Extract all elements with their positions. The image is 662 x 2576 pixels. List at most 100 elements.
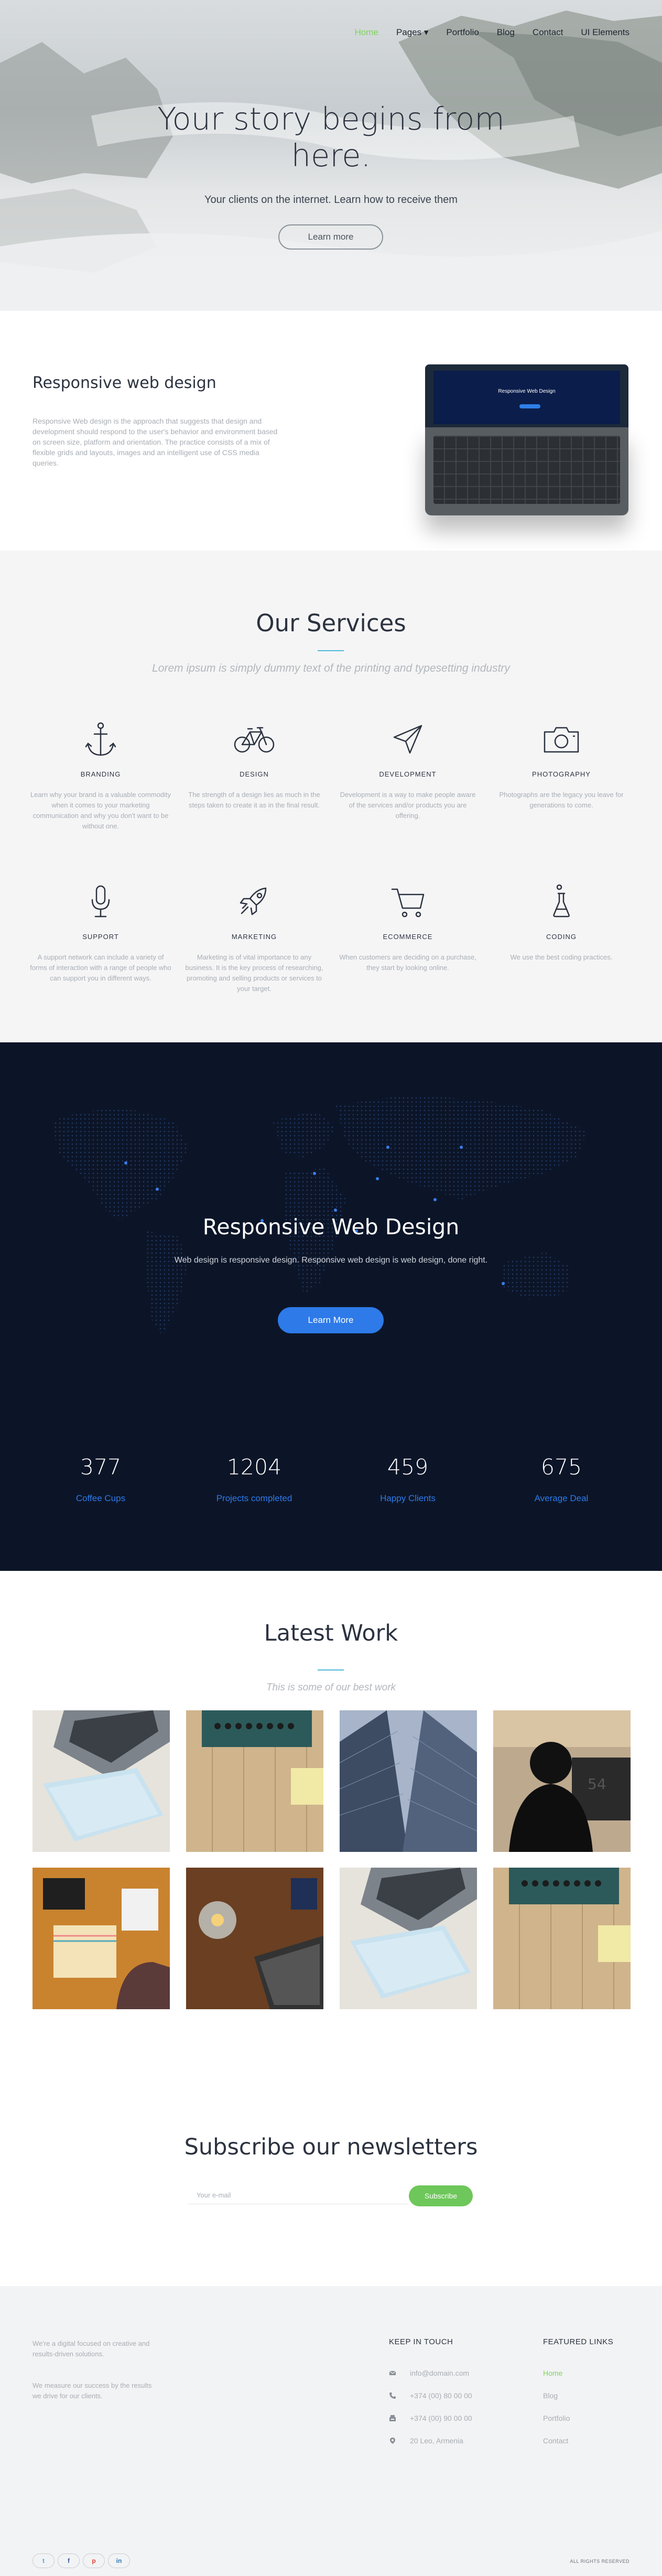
rwd-section: Responsive Web Design Web design is resp…	[0, 1042, 662, 1571]
svg-text:54: 54	[588, 1775, 606, 1793]
footer-link-portfolio[interactable]: Portfolio	[543, 2414, 570, 2422]
service-name: DEVELOPMENT	[379, 770, 437, 778]
services-tagline: Lorem ipsum is simply dummy text of the …	[152, 662, 510, 674]
contact-email-text: info@domain.com	[410, 2369, 470, 2377]
laptop-keyboard	[425, 427, 628, 515]
work-tagline: This is some of our best work	[266, 1682, 396, 1693]
work-title: Latest Work	[264, 1620, 398, 1646]
service-ecommerce: ECOMMERCE When customers are deciding on…	[337, 881, 479, 973]
laptop-screen-button	[519, 404, 540, 408]
service-support: SUPPORT A support network can include a …	[30, 881, 171, 984]
twitter-icon[interactable]: t	[32, 2553, 55, 2568]
microphone-icon	[91, 885, 110, 918]
skyscraper-photo	[340, 1710, 477, 1852]
candle-laptop-photo	[186, 1868, 323, 2009]
subscribe-button[interactable]: Subscribe	[409, 2185, 473, 2206]
latest-work-section: Latest Work This is some of our best wor…	[0, 1571, 662, 2103]
service-desc: Marketing is of vital importance to any …	[185, 953, 323, 993]
nav-pages[interactable]: Pages ▾	[396, 27, 428, 38]
stat-number: 675	[540, 1454, 582, 1480]
nav-portfolio[interactable]: Portfolio	[446, 27, 479, 38]
pinterest-icon[interactable]: p	[83, 2553, 105, 2568]
stat-number: 1204	[226, 1454, 282, 1480]
hero-subtitle: Your clients on the internet. Learn how …	[204, 194, 458, 206]
stat-label: Coffee Cups	[75, 1493, 126, 1503]
contact-fax-text: +374 (00) 90 00 00	[410, 2414, 472, 2422]
service-name: CODING	[546, 933, 577, 941]
subscribe-title: Subscribe our newsletters	[184, 2134, 478, 2160]
phone-icon	[389, 2392, 396, 2399]
fax-icon	[389, 2415, 396, 2421]
footer-about-2: We measure our success by the results we…	[32, 2381, 152, 2400]
nav-home[interactable]: Home	[355, 27, 378, 38]
hero-section: Home Pages ▾ Portfolio Blog Contact UI E…	[0, 0, 662, 311]
contact-address-text: 20 Leo, Armenia	[410, 2437, 463, 2445]
facebook-icon[interactable]: f	[58, 2553, 80, 2568]
contact-phone-text: +374 (00) 80 00 00	[410, 2391, 472, 2400]
stat-coffee-cups: 377 Coffee Cups	[22, 1454, 179, 1504]
linkedin-icon[interactable]: in	[108, 2553, 130, 2568]
stat-label: Average Deal	[534, 1493, 589, 1503]
service-name: BRANDING	[80, 770, 121, 778]
main-nav: Home Pages ▾ Portfolio Blog Contact UI E…	[355, 27, 630, 38]
envelope-icon	[389, 2370, 396, 2375]
email-input[interactable]: Your e-mail	[188, 2186, 408, 2204]
service-name: DESIGN	[240, 770, 269, 778]
nav-blog[interactable]: Blog	[497, 27, 515, 38]
service-name: SUPPORT	[82, 933, 119, 941]
portfolio-item[interactable]	[32, 1868, 170, 2009]
services-title: Our Services	[256, 609, 406, 637]
stat-average-deal: 675 Average Deal	[483, 1454, 640, 1504]
portfolio-item[interactable]	[340, 1710, 477, 1852]
stat-label: Projects completed	[216, 1493, 292, 1503]
footer-link-blog[interactable]: Blog	[543, 2391, 558, 2400]
services-section: Our Services Lorem ipsum is simply dummy…	[0, 551, 662, 1042]
nav-ui-elements[interactable]: UI Elements	[581, 27, 630, 38]
footer-link-contact[interactable]: Contact	[543, 2437, 568, 2445]
person-at-computer-photo: 54	[493, 1710, 631, 1852]
services-divider	[318, 650, 344, 651]
rwd-learn-more-button[interactable]: Learn More	[278, 1307, 384, 1333]
typewriter-photo-2	[493, 1868, 631, 2009]
intro-text: Responsive Web design is the approach th…	[32, 417, 278, 467]
work-divider	[318, 1669, 344, 1670]
contact-email[interactable]: info@domain.com	[389, 2369, 469, 2377]
rwd-subtitle: Web design is responsive design. Respons…	[174, 1256, 488, 1265]
service-name: PHOTOGRAPHY	[532, 770, 591, 778]
cart-icon	[391, 888, 425, 918]
portfolio-item[interactable]	[186, 1868, 323, 2009]
portfolio-item[interactable]	[186, 1710, 323, 1852]
intro-title: Responsive web design	[32, 374, 216, 392]
bicycle-icon	[234, 727, 275, 753]
portfolio-item[interactable]	[493, 1868, 631, 2009]
service-desc: Learn why your brand is a valuable commo…	[30, 791, 171, 830]
laptop-notebook-photo	[32, 1710, 170, 1852]
footer-link-home[interactable]: Home	[543, 2369, 562, 2377]
subscribe-section: Subscribe our newsletters Your e-mail Su…	[0, 2103, 662, 2286]
copyright-text: ALL RIGHTS RESERVED	[570, 2559, 630, 2564]
service-marketing: MARKETING Marketing is of vital importan…	[183, 881, 325, 994]
camera-icon	[544, 727, 579, 753]
hero-learn-more-button[interactable]: Learn more	[278, 224, 383, 250]
footer-about: We're a digital focused on creative and …	[32, 2340, 150, 2358]
service-coding: CODING We use the best coding practices.	[491, 881, 632, 963]
portfolio-item[interactable]	[340, 1868, 477, 2009]
nav-contact[interactable]: Contact	[533, 27, 563, 38]
service-desc: A support network can include a variety …	[30, 953, 171, 982]
anchor-icon	[85, 722, 116, 756]
contact-fax[interactable]: +374 (00) 90 00 00	[389, 2414, 472, 2422]
laptop-image: Responsive Web Design	[425, 364, 628, 515]
laptop-notebook-photo-2	[340, 1868, 477, 2009]
flask-icon	[553, 884, 570, 918]
social-links: t f p in	[32, 2553, 130, 2568]
service-development: DEVELOPMENT Development is a way to make…	[337, 718, 479, 821]
footer: We're a digital focused on creative and …	[0, 2286, 662, 2576]
rocket-icon	[240, 887, 267, 915]
paper-plane-icon	[393, 725, 422, 754]
portfolio-item[interactable]: 54	[493, 1710, 631, 1852]
location-pin-icon	[390, 2438, 395, 2444]
portfolio-item[interactable]	[32, 1710, 170, 1852]
contact-phone[interactable]: +374 (00) 80 00 00	[389, 2391, 472, 2400]
service-desc: We use the best coding practices.	[510, 953, 613, 961]
service-name: ECOMMERCE	[383, 933, 433, 941]
